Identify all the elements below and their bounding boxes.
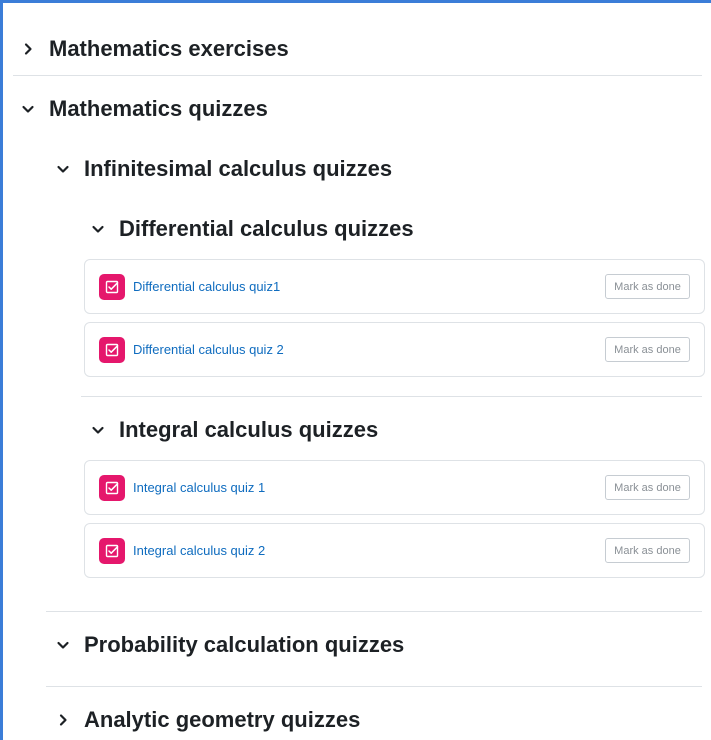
quiz-icon <box>99 273 125 300</box>
section-infinitesimal-calculus-quizzes[interactable]: Infinitesimal calculus quizzes <box>56 156 392 182</box>
mark-as-done-button[interactable]: Mark as done <box>605 274 690 299</box>
mark-as-done-button[interactable]: Mark as done <box>605 475 690 500</box>
chevron-down-icon[interactable] <box>56 638 70 652</box>
section-probability-calculation-quizzes[interactable]: Probability calculation quizzes <box>56 632 404 658</box>
activity-item: Differential calculus quiz 2 Mark as don… <box>84 322 705 377</box>
section-analytic-geometry-quizzes[interactable]: Analytic geometry quizzes <box>56 707 360 733</box>
section-title: Probability calculation quizzes <box>84 632 405 657</box>
section-title: Mathematics quizzes <box>49 96 268 121</box>
mark-as-done-button[interactable]: Mark as done <box>605 337 690 362</box>
activity-link[interactable]: Integral calculus quiz 1 <box>133 480 265 495</box>
activity-link[interactable]: Integral calculus quiz 2 <box>133 543 265 558</box>
chevron-right-icon[interactable] <box>21 42 35 56</box>
section-mathematics-exercises[interactable]: Mathematics exercises <box>21 36 289 62</box>
chevron-down-icon[interactable] <box>91 423 105 437</box>
section-title: Analytic geometry quizzes <box>84 707 361 732</box>
section-divider <box>46 611 702 612</box>
activity-link[interactable]: Differential calculus quiz1 <box>133 279 280 294</box>
section-title: Mathematics exercises <box>49 36 289 61</box>
mark-as-done-button[interactable]: Mark as done <box>605 538 690 563</box>
section-title: Integral calculus quizzes <box>119 417 379 442</box>
activity-item: Differential calculus quiz1 Mark as done <box>84 259 705 314</box>
activity-item: Integral calculus quiz 1 Mark as done <box>84 460 705 515</box>
section-title: Differential calculus quizzes <box>119 216 414 241</box>
section-integral-calculus-quizzes[interactable]: Integral calculus quizzes <box>91 417 378 443</box>
chevron-down-icon[interactable] <box>56 162 70 176</box>
section-mathematics-quizzes[interactable]: Mathematics quizzes <box>21 96 268 122</box>
quiz-icon <box>99 474 125 501</box>
section-title: Infinitesimal calculus quizzes <box>84 156 393 181</box>
section-divider <box>13 75 702 76</box>
chevron-right-icon[interactable] <box>56 713 70 727</box>
chevron-down-icon[interactable] <box>21 102 35 116</box>
section-divider <box>46 686 702 687</box>
quiz-icon <box>99 336 125 363</box>
activity-item: Integral calculus quiz 2 Mark as done <box>84 523 705 578</box>
course-content-panel: Mathematics exercises Mathematics quizze… <box>0 0 711 740</box>
section-divider <box>81 396 702 397</box>
activity-link[interactable]: Differential calculus quiz 2 <box>133 342 284 357</box>
section-differential-calculus-quizzes[interactable]: Differential calculus quizzes <box>91 216 414 242</box>
chevron-down-icon[interactable] <box>91 222 105 236</box>
quiz-icon <box>99 537 125 564</box>
